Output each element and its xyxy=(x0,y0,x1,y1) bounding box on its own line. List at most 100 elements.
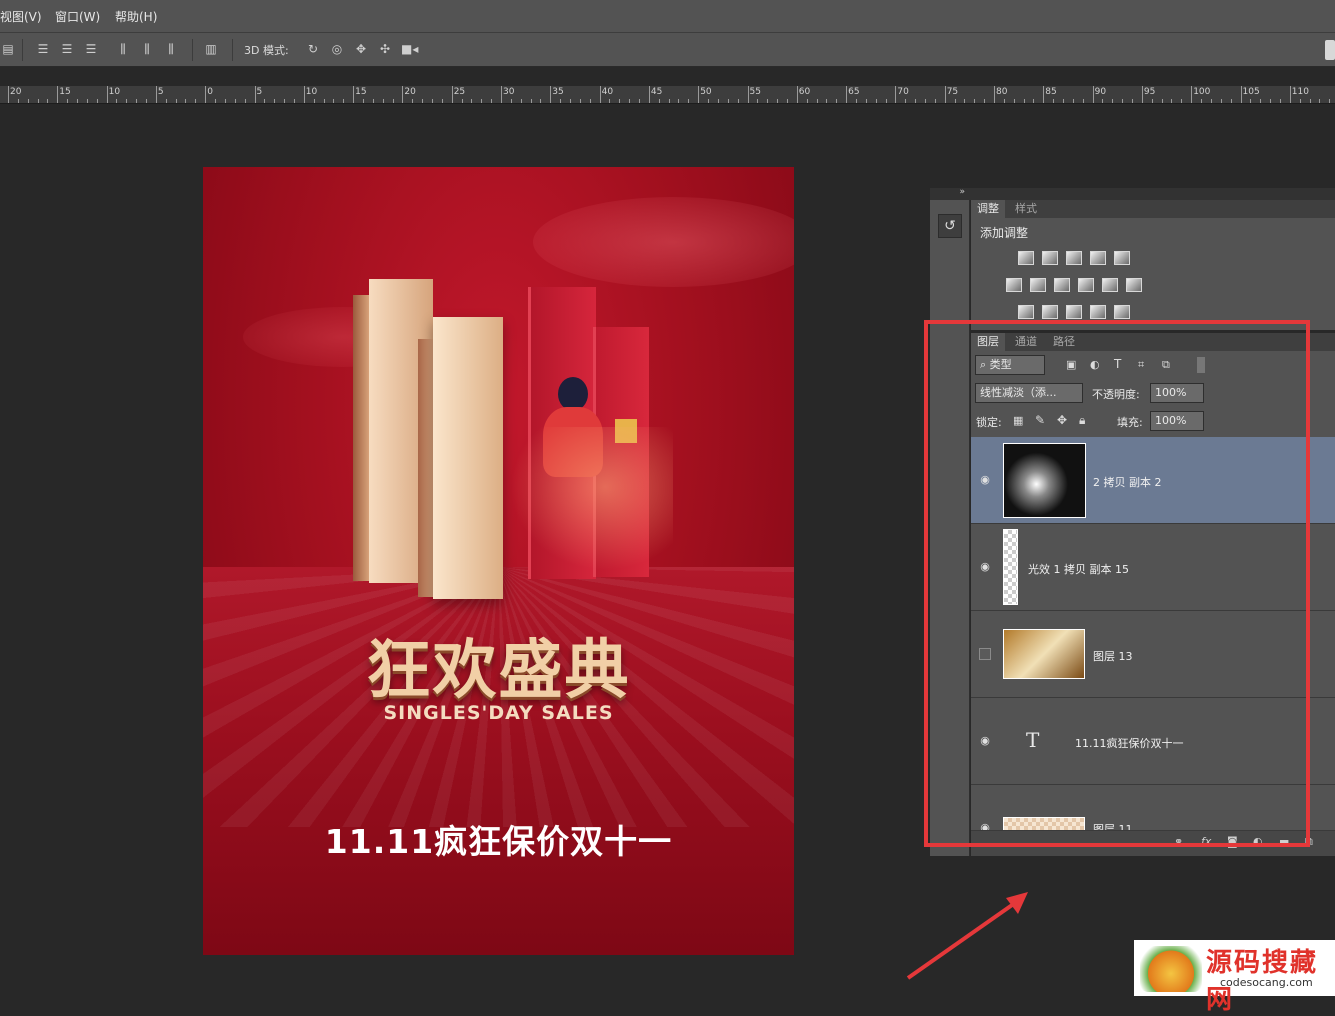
ruler-tick xyxy=(1319,99,1321,103)
document-canvas[interactable]: 狂欢盛典 SINGLES'DAY SALES 11.11疯狂保价双十一 xyxy=(203,167,794,955)
ruler-tick xyxy=(323,99,325,103)
ruler-label: 110 xyxy=(1291,87,1309,97)
ruler-tick xyxy=(1191,86,1193,103)
align-top-icon[interactable]: ☰ xyxy=(35,41,51,57)
ruler-tick xyxy=(885,99,887,103)
align-bottom-icon[interactable]: ☰ xyxy=(83,41,99,57)
exposure-icon[interactable] xyxy=(1090,251,1106,265)
watermark-logo xyxy=(1140,946,1202,992)
ruler-tick xyxy=(343,99,345,103)
ruler-tick xyxy=(1023,99,1025,103)
ruler-tick xyxy=(313,99,315,103)
selective-color-icon[interactable] xyxy=(1090,305,1106,319)
ruler-tick xyxy=(520,99,522,103)
ruler-tick xyxy=(1013,99,1015,103)
tab-styles[interactable]: 样式 xyxy=(1009,200,1043,218)
ruler-tick xyxy=(372,99,374,103)
brightness-icon[interactable] xyxy=(1018,251,1034,265)
levels-icon[interactable] xyxy=(1042,251,1058,265)
workspace-button[interactable] xyxy=(1325,40,1335,60)
menu-help[interactable]: 帮助(H) xyxy=(115,8,157,25)
ruler-tick xyxy=(17,99,19,103)
ruler-tick xyxy=(619,99,621,103)
color-lookup-icon[interactable] xyxy=(1126,278,1142,292)
ruler-tick xyxy=(589,99,591,103)
ruler-tick xyxy=(1112,99,1114,103)
ruler-label: 35 xyxy=(552,87,564,97)
ruler-tick xyxy=(905,99,907,103)
ruler-label: 100 xyxy=(1193,87,1211,97)
ruler-label: 80 xyxy=(996,87,1008,97)
adjustments-tab-row: 调整 样式 xyxy=(971,200,1335,218)
gold-bar xyxy=(433,317,503,599)
ruler-tick xyxy=(284,99,286,103)
posterize-icon[interactable] xyxy=(1042,305,1058,319)
ruler-tick xyxy=(629,99,631,103)
black-white-icon[interactable] xyxy=(1054,278,1070,292)
ruler-tick xyxy=(195,99,197,103)
drape-highlight xyxy=(533,197,794,287)
ruler-tick xyxy=(1250,99,1252,103)
threshold-icon[interactable] xyxy=(1066,305,1082,319)
ruler-tick xyxy=(264,99,266,103)
3d-rotate-icon[interactable]: ↻ xyxy=(305,41,321,57)
ruler-tick xyxy=(767,99,769,103)
3d-slide-icon[interactable]: ✣ xyxy=(377,41,393,57)
collapse-icon[interactable]: » xyxy=(959,187,965,197)
ruler-tick xyxy=(678,99,680,103)
vibrance-icon[interactable] xyxy=(1114,251,1130,265)
ruler-tick xyxy=(77,99,79,103)
poster-title: 狂欢盛典 xyxy=(366,634,631,708)
ruler-tick xyxy=(451,86,453,103)
ruler-tick xyxy=(274,99,276,103)
photo-filter-icon[interactable] xyxy=(1078,278,1094,292)
ruler-tick xyxy=(1063,99,1065,103)
curves-icon[interactable] xyxy=(1066,251,1082,265)
align-right-icon[interactable]: ⫼ xyxy=(163,41,179,57)
ruler-label: 40 xyxy=(601,87,614,97)
ruler-tick xyxy=(550,86,552,103)
ruler-tick xyxy=(215,99,217,103)
color-balance-icon[interactable] xyxy=(1030,278,1046,292)
ruler-tick xyxy=(1132,99,1134,103)
hue-saturation-icon[interactable] xyxy=(1006,278,1022,292)
align-vcenter-icon[interactable]: ☰ xyxy=(59,41,75,57)
ruler-tick xyxy=(954,99,956,103)
invert-icon[interactable] xyxy=(1018,305,1034,319)
ruler-label: 90 xyxy=(1094,87,1107,97)
tab-adjustments[interactable]: 调整 xyxy=(971,200,1005,218)
ruler-tick xyxy=(510,99,512,103)
ruler-tick xyxy=(1122,99,1124,103)
panel-dock-header[interactable]: » xyxy=(930,187,1335,200)
history-icon[interactable]: ↺ xyxy=(938,214,962,238)
ruler-tick xyxy=(737,99,739,103)
ruler-tick xyxy=(126,99,128,103)
ruler-tick xyxy=(481,99,483,103)
gradient-map-icon[interactable] xyxy=(1114,305,1130,319)
ruler-tick xyxy=(1279,99,1281,103)
align-hcenter-icon[interactable]: ⫼ xyxy=(139,41,155,57)
channel-mixer-icon[interactable] xyxy=(1102,278,1118,292)
3d-scale-icon[interactable]: ■◂ xyxy=(401,41,418,57)
align-icon[interactable]: ▤ xyxy=(0,41,16,57)
ruler-tick xyxy=(964,99,966,103)
menu-view[interactable]: 视图(V) xyxy=(0,8,42,25)
3d-pan-icon[interactable]: ✥ xyxy=(353,41,369,57)
3d-roll-icon[interactable]: ◎ xyxy=(329,41,345,57)
ruler-tick xyxy=(708,99,710,103)
ruler-tick xyxy=(816,99,818,103)
align-left-icon[interactable]: ⫼ xyxy=(115,41,131,57)
ruler-tick xyxy=(1289,86,1291,103)
ruler-tick xyxy=(165,99,167,103)
ruler-label: 45 xyxy=(650,87,663,97)
ruler-tick xyxy=(106,86,108,103)
ruler-tick xyxy=(826,99,828,103)
ruler-tick xyxy=(915,99,917,103)
add-adjustment-heading: 添加调整 xyxy=(980,226,1029,240)
menu-window[interactable]: 窗口(W) xyxy=(55,8,100,25)
ruler-tick xyxy=(698,86,700,103)
ruler-tick xyxy=(501,86,502,103)
distribute-icon[interactable]: ▥ xyxy=(203,41,219,57)
ruler-label: 65 xyxy=(848,87,860,97)
ruler-tick xyxy=(836,99,838,103)
